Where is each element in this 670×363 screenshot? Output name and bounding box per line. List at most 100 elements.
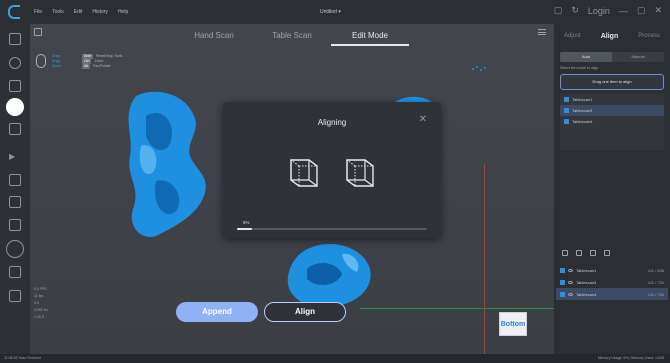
menu-tools[interactable]: Tools — [52, 9, 64, 15]
menu-file[interactable]: File — [34, 9, 42, 15]
z-axis-line — [484, 164, 485, 354]
table-row[interactable]: Tablescan1 111 / 638 — [556, 264, 668, 276]
model-color-swatch — [564, 119, 569, 124]
scan-color-swatch — [560, 279, 565, 285]
model-name: Tablescan3 — [572, 108, 593, 113]
left-toolbar: ▶ — [0, 24, 30, 354]
hint-row: Drag — [52, 59, 60, 63]
align-mode-toggle: Auto Manual — [560, 52, 664, 62]
hint-label: Zoom — [94, 59, 104, 63]
scan-mesh-left[interactable] — [116, 86, 236, 256]
menu-icon[interactable] — [538, 29, 546, 35]
scan-name: Tablescan1 — [576, 267, 597, 273]
edit-tool-icon[interactable] — [9, 174, 21, 186]
eye-icon[interactable] — [568, 292, 573, 296]
delete-icon[interactable] — [604, 250, 610, 256]
crosshair-icon[interactable] — [6, 240, 24, 258]
progress-fill — [237, 228, 253, 230]
tab-process[interactable]: Process — [638, 33, 660, 39]
hint-row: Drag — [52, 54, 60, 58]
scan-list: Tablescan1 111 / 638 Tablescan3 111 / 730 … — [556, 264, 668, 300]
status-message: 11:08:33 Scan Finished — [4, 356, 41, 360]
mesh-tool-icon[interactable] — [9, 80, 21, 92]
tab-table-scan[interactable]: Table Scan — [253, 26, 331, 46]
align-button[interactable]: Align — [264, 302, 346, 322]
stat-line: 1.00 S — [34, 315, 45, 319]
chat-icon[interactable]: ▢ — [554, 5, 563, 16]
list-item[interactable]: Tablescan4 — [560, 116, 664, 127]
play-icon[interactable]: ▶ — [9, 152, 21, 164]
close-icon[interactable]: ✕ — [654, 5, 662, 16]
viewport-stats: 0.0 FPS 11 fps 0.0 0.990 Hz 1.00 S — [34, 286, 48, 321]
lasso-tool-icon[interactable] — [9, 57, 21, 69]
table-row[interactable]: Tablescan3 111 / 730 — [556, 276, 668, 288]
progress-percent: 8% — [243, 220, 250, 225]
select-tool-icon[interactable] — [9, 33, 21, 45]
hint-row: Scroll — [52, 64, 61, 68]
stat-line: 11 fps — [34, 294, 44, 298]
mode-tabs: Hand Scan Table Scan Edit Mode — [30, 26, 554, 46]
memory-usage: Memory Usage: 5% | Memory Used: 14GB — [597, 356, 664, 360]
tab-edit-mode[interactable]: Edit Mode — [331, 26, 409, 46]
list-item[interactable]: Tablescan3 — [560, 105, 664, 116]
align-tool-icon[interactable] — [6, 98, 24, 116]
manual-mode-button[interactable]: Manual — [612, 52, 664, 62]
scan-count: 111 / 638 — [647, 267, 664, 273]
scan-points — [472, 66, 486, 71]
append-button[interactable]: Append — [176, 302, 258, 322]
scan-count: 111 / 730 — [647, 291, 664, 297]
tab-adjust[interactable]: Adjust — [564, 33, 581, 39]
grid-tool-icon[interactable] — [9, 196, 21, 208]
progress-bar — [237, 228, 427, 230]
cube-icon — [346, 159, 374, 187]
minimize-icon[interactable]: — — [619, 6, 628, 16]
cube-icon — [290, 159, 318, 187]
auto-mode-button[interactable]: Auto — [560, 52, 612, 62]
copy-icon[interactable] — [590, 250, 596, 256]
scan-name: Tablescan4 — [576, 291, 597, 297]
frame-tool-icon[interactable] — [9, 219, 21, 231]
import-icon[interactable] — [562, 250, 568, 256]
box-tool-icon[interactable] — [9, 123, 21, 135]
scan-count: 111 / 730 — [647, 279, 664, 285]
tab-hand-scan[interactable]: Hand Scan — [175, 26, 253, 46]
layers-icon[interactable] — [9, 266, 21, 278]
scan-color-swatch — [560, 291, 565, 297]
close-icon[interactable]: ✕ — [419, 114, 427, 125]
document-title[interactable]: Untitled ▾ — [320, 9, 341, 15]
menu-history[interactable]: History — [92, 9, 108, 15]
camera-icon[interactable] — [34, 28, 42, 36]
menu-help[interactable]: Help — [118, 9, 128, 15]
stat-line: 0.0 FPS — [34, 287, 47, 291]
align-model-list: Tablescan1 Tablescan3 Tablescan4 — [560, 94, 664, 150]
refresh-icon[interactable]: ↻ — [571, 5, 579, 16]
stat-line: 0.0 — [34, 301, 39, 305]
maximize-icon[interactable]: ▢ — [637, 5, 646, 16]
export-icon[interactable] — [576, 250, 582, 256]
eye-icon[interactable] — [568, 280, 573, 284]
status-bar: 11:08:33 Scan Finished Memory Usage: 5% … — [0, 354, 670, 363]
menu-edit[interactable]: Edit — [74, 9, 83, 15]
navigation-cube[interactable]: Bottom — [499, 312, 527, 336]
tab-align[interactable]: Align — [601, 33, 619, 40]
hint-label: Reset/Stop Tools — [96, 54, 123, 58]
right-panel: Adjust Align Process Auto Manual Select … — [554, 24, 670, 354]
model-name: Tablescan4 — [572, 119, 593, 124]
login-button[interactable]: Login — [588, 6, 610, 16]
scan-name: Tablescan3 — [576, 279, 597, 285]
export-icon[interactable] — [9, 290, 21, 302]
model-name: Tablescan1 — [572, 97, 593, 102]
x-axis-line — [360, 308, 554, 309]
table-row[interactable]: Tablescan4 111 / 730 — [556, 288, 668, 300]
hint-label: Pan/Rotate — [93, 64, 111, 68]
eye-icon[interactable] — [568, 268, 573, 272]
hint-key: Alt — [82, 64, 91, 69]
mouse-icon — [36, 54, 46, 68]
stat-line: 0.990 Hz — [34, 308, 49, 312]
list-item[interactable]: Tablescan1 — [560, 94, 664, 105]
app-logo — [8, 5, 20, 19]
model-color-swatch — [564, 97, 569, 102]
drag-drop-zone[interactable]: Drag one item to align — [560, 74, 664, 90]
scan-color-swatch — [560, 267, 565, 273]
menu-bar: File Tools Edit History Help — [34, 9, 128, 15]
